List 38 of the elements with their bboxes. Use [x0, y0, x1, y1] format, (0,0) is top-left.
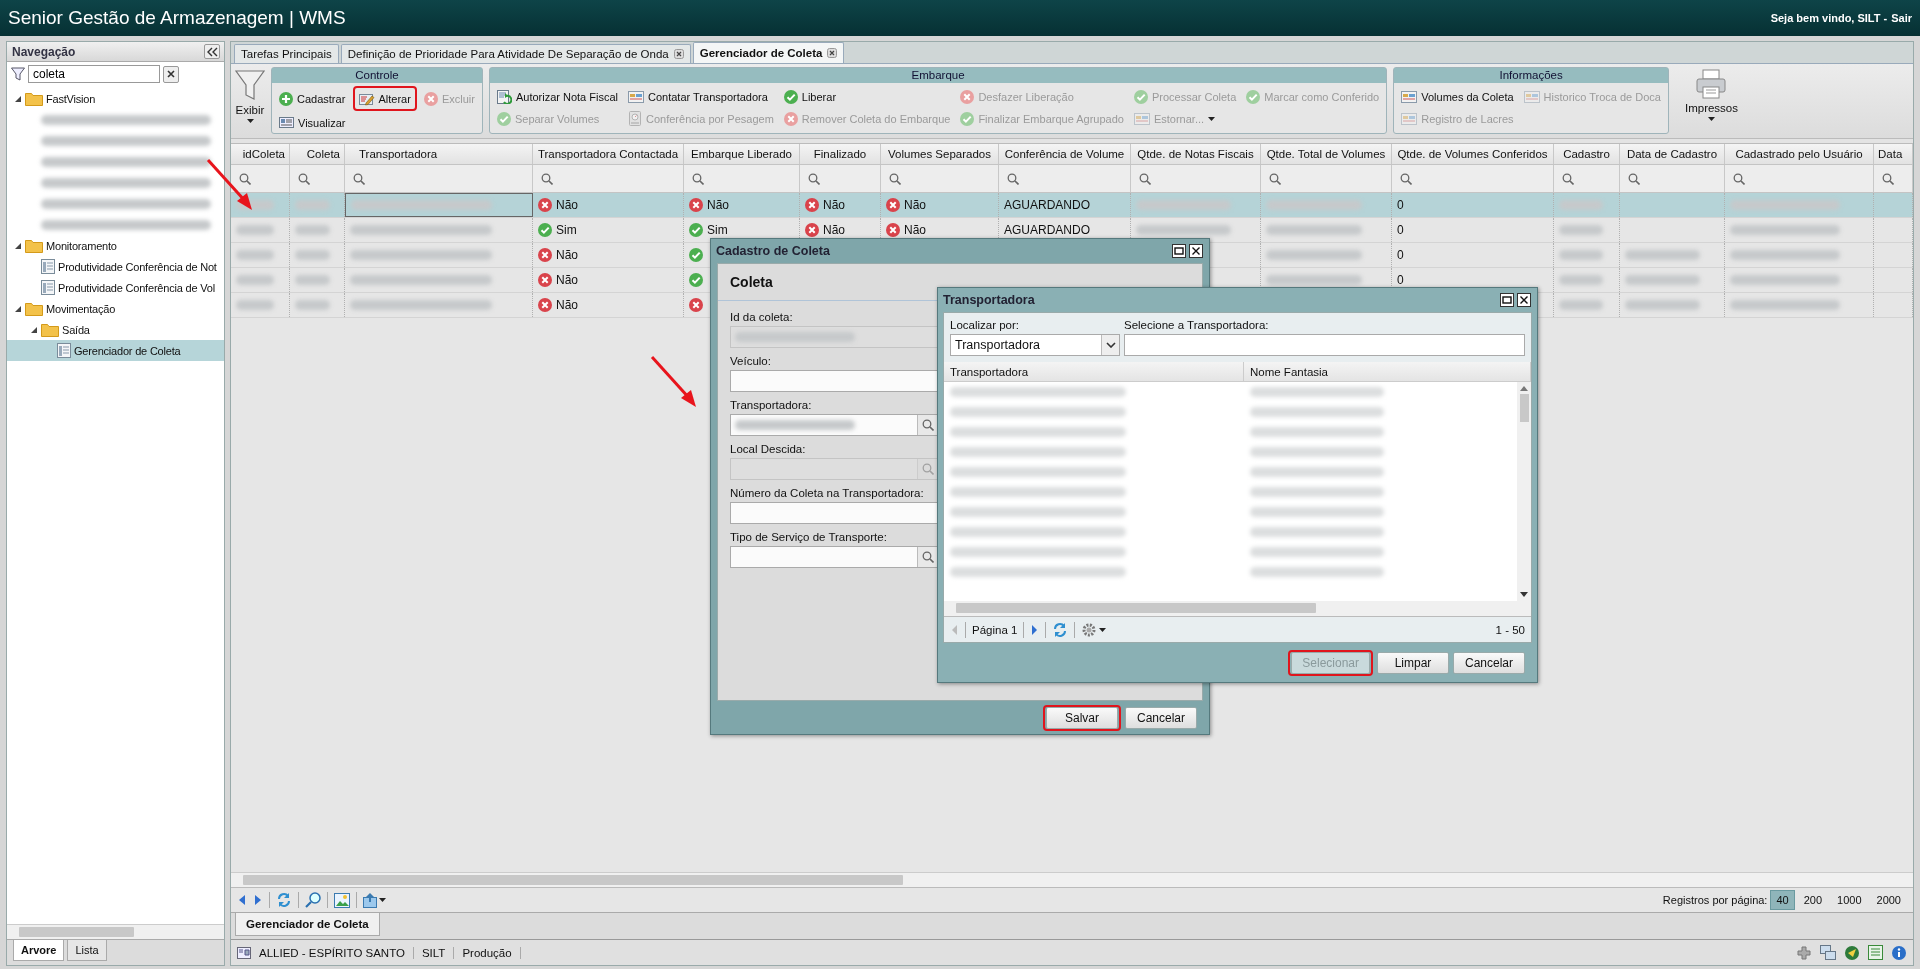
- table-cell: Não: [707, 198, 729, 212]
- table-cell: 0: [1397, 198, 1404, 212]
- group-title: Informações: [1394, 68, 1668, 83]
- table-cell: Não: [556, 248, 578, 262]
- group-title: Controle: [272, 68, 482, 83]
- table-cell: Não: [823, 198, 845, 212]
- table-cell: Não: [556, 198, 578, 212]
- table-cell: Não: [904, 223, 926, 237]
- dialog-title: Cadastro de Coleta: [716, 244, 830, 258]
- table-cell: Não: [904, 198, 926, 212]
- field-label: Transportadora:: [730, 399, 813, 411]
- welcome-text: Seja bem vindo, SILT -: [1770, 12, 1888, 24]
- table-cell: Não: [823, 223, 845, 237]
- status-text: Produção: [462, 946, 521, 959]
- field-label: Localizar por:: [950, 319, 1021, 331]
- field-label: Número da Coleta na Transportadora:: [730, 487, 925, 499]
- table-cell: Sim: [707, 223, 728, 237]
- page-range: 1 - 50: [1495, 623, 1525, 636]
- field-label: Veículo:: [730, 355, 772, 367]
- table-cell: 0: [1397, 273, 1404, 287]
- table-cell: 0: [1397, 248, 1404, 262]
- page-number: Página 1: [972, 623, 1018, 636]
- page-size-label: Registros por página:: [1662, 894, 1768, 906]
- status-text: SILT: [421, 946, 455, 959]
- table-cell: Não: [556, 298, 578, 312]
- group-title: Embarque: [489, 68, 1387, 83]
- field-label: Tipo de Serviço de Transporte:: [730, 531, 888, 543]
- field-label: Local Descida:: [730, 443, 807, 455]
- app-title: Senior Gestão de Armazenagem | WMS: [8, 7, 346, 29]
- table-cell: Não: [556, 273, 578, 287]
- table-cell: AGUARDANDO: [1004, 198, 1090, 212]
- table-cell: Sim: [556, 223, 577, 237]
- table-cell: AGUARDANDO: [1004, 223, 1090, 237]
- field-label: Id da coleta:: [730, 311, 794, 323]
- status-text: ALLIED - ESPÍRITO SANTO: [259, 946, 414, 959]
- field-label: Selecione a Transportadora:: [1124, 319, 1270, 331]
- panel-title: Navegação: [12, 44, 76, 59]
- table-cell: 0: [1397, 223, 1404, 237]
